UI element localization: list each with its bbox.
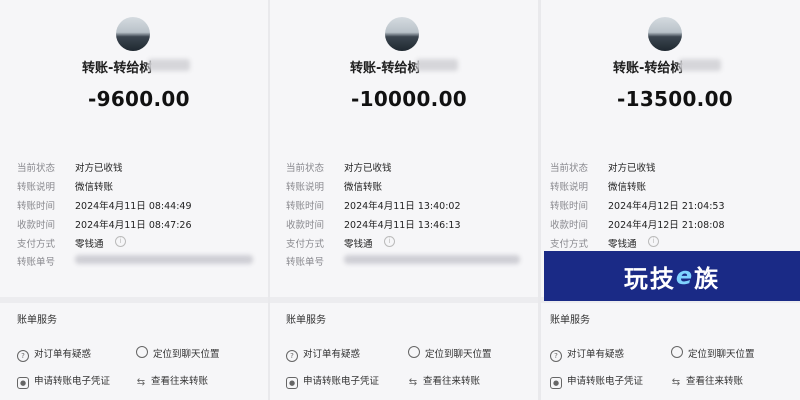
chat-bubble-icon (136, 346, 148, 358)
locate-chat-link[interactable]: 定位到聊天位置 (136, 346, 220, 360)
transfer-time-label: 转账时间 (550, 201, 589, 212)
payment-method-value: 零钱通 (75, 239, 104, 250)
transfer-arrows-icon: ⇆ (408, 377, 418, 388)
note-value: 微信转账 (75, 182, 114, 193)
view-transfers-link[interactable]: ⇆ 查看往来转账 (671, 373, 743, 388)
recipient-name-redacted (148, 59, 190, 71)
note-label: 转账说明 (286, 182, 325, 193)
watermark-text-end: 族 (694, 264, 721, 293)
divider (270, 297, 538, 303)
payment-method-label: 支付方式 (286, 239, 325, 250)
info-icon[interactable]: i (115, 236, 126, 247)
amount: -13500.00 (617, 87, 734, 111)
avatar (648, 17, 682, 51)
question-order-link[interactable]: ? 对订单有疑惑 (17, 346, 91, 362)
request-certificate-link[interactable]: ● 申请转账电子凭证 (17, 373, 110, 389)
transfer-arrows-icon: ⇆ (671, 377, 681, 388)
note-value: 微信转账 (344, 182, 383, 193)
amount: -9600.00 (88, 87, 190, 111)
status-value: 对方已收钱 (75, 163, 123, 174)
locate-chat-label: 定位到聊天位置 (153, 349, 220, 360)
locate-chat-label: 定位到聊天位置 (425, 349, 492, 360)
services-heading: 账单服务 (17, 315, 57, 326)
receive-time-value: 2024年4月11日 08:47:26 (75, 220, 192, 231)
locate-chat-link[interactable]: 定位到聊天位置 (408, 346, 492, 360)
question-order-link[interactable]: ? 对订单有疑惑 (286, 346, 360, 362)
services-heading: 账单服务 (550, 315, 590, 326)
question-order-label: 对订单有疑惑 (567, 349, 625, 360)
transfer-time-label: 转账时间 (286, 201, 325, 212)
transfer-time-label: 转账时间 (17, 201, 56, 212)
payment-method-value: 零钱通 (344, 239, 373, 250)
transfer-id-label: 转账单号 (286, 257, 325, 268)
transfer-time-value: 2024年4月11日 08:44:49 (75, 201, 192, 212)
chat-bubble-icon (671, 346, 683, 358)
receive-time-label: 收款时间 (286, 220, 325, 231)
transfer-time-value: 2024年4月11日 13:40:02 (344, 201, 461, 212)
note-label: 转账说明 (550, 182, 589, 193)
receipt-panel-1: 转账-转给树 -9600.00 当前状态 对方已收钱 转账说明 微信转账 转账时… (0, 0, 268, 400)
note-value: 微信转账 (608, 182, 647, 193)
view-transfers-label: 查看往来转账 (686, 376, 744, 387)
question-order-label: 对订单有疑惑 (303, 349, 361, 360)
services-heading: 账单服务 (286, 315, 326, 326)
question-order-label: 对订单有疑惑 (34, 349, 92, 360)
amount: -10000.00 (351, 87, 468, 111)
view-transfers-label: 查看往来转账 (423, 376, 481, 387)
page-title: 转账-转给树 (82, 61, 153, 76)
question-order-link[interactable]: ? 对订单有疑惑 (550, 346, 624, 362)
request-certificate-label: 申请转账电子凭证 (567, 376, 644, 387)
request-certificate-label: 申请转账电子凭证 (303, 376, 380, 387)
watermark-banner: 玩技 e 族 (544, 251, 800, 301)
divider (0, 297, 268, 303)
transfer-id-redacted (344, 255, 520, 264)
receive-time-label: 收款时间 (550, 220, 589, 231)
avatar (385, 17, 419, 51)
receipt-panel-3: 转账-转给树 -13500.00 当前状态 对方已收钱 转账说明 微信转账 转账… (541, 0, 800, 400)
transfer-id-label: 转账单号 (17, 257, 56, 268)
recipient-name-redacted (416, 59, 458, 71)
status-label: 当前状态 (286, 163, 325, 174)
receive-time-value: 2024年4月12日 21:08:08 (608, 220, 725, 231)
payment-method-label: 支付方式 (550, 239, 589, 250)
request-certificate-label: 申请转账电子凭证 (34, 376, 111, 387)
view-transfers-label: 查看往来转账 (151, 376, 209, 387)
watermark-e: e (675, 262, 695, 290)
avatar (116, 17, 150, 51)
question-icon: ? (17, 350, 29, 362)
status-label: 当前状态 (550, 163, 589, 174)
transfer-id-redacted (75, 255, 253, 264)
receive-time-label: 收款时间 (17, 220, 56, 231)
question-icon: ? (550, 350, 562, 362)
locate-chat-label: 定位到聊天位置 (688, 349, 755, 360)
watermark-text: 玩技 (623, 264, 676, 293)
note-label: 转账说明 (17, 182, 56, 193)
info-icon[interactable]: i (648, 236, 659, 247)
payment-method-label: 支付方式 (17, 239, 56, 250)
certificate-icon: ● (550, 377, 562, 389)
receipt-panel-2: 转账-转给树 -10000.00 当前状态 对方已收钱 转账说明 微信转账 转账… (270, 0, 538, 400)
transfer-arrows-icon: ⇆ (136, 377, 146, 388)
certificate-icon: ● (17, 377, 29, 389)
transfer-time-value: 2024年4月12日 21:04:53 (608, 201, 725, 212)
page-title: 转账-转给树 (613, 61, 684, 76)
recipient-name-redacted (679, 59, 721, 71)
request-certificate-link[interactable]: ● 申请转账电子凭证 (550, 373, 643, 389)
page-title: 转账-转给树 (350, 61, 421, 76)
payment-method-value: 零钱通 (608, 239, 637, 250)
certificate-icon: ● (286, 377, 298, 389)
info-icon[interactable]: i (384, 236, 395, 247)
locate-chat-link[interactable]: 定位到聊天位置 (671, 346, 755, 360)
status-label: 当前状态 (17, 163, 56, 174)
request-certificate-link[interactable]: ● 申请转账电子凭证 (286, 373, 379, 389)
status-value: 对方已收钱 (608, 163, 656, 174)
view-transfers-link[interactable]: ⇆ 查看往来转账 (408, 373, 480, 388)
view-transfers-link[interactable]: ⇆ 查看往来转账 (136, 373, 208, 388)
receive-time-value: 2024年4月11日 13:46:13 (344, 220, 461, 231)
question-icon: ? (286, 350, 298, 362)
status-value: 对方已收钱 (344, 163, 392, 174)
chat-bubble-icon (408, 346, 420, 358)
